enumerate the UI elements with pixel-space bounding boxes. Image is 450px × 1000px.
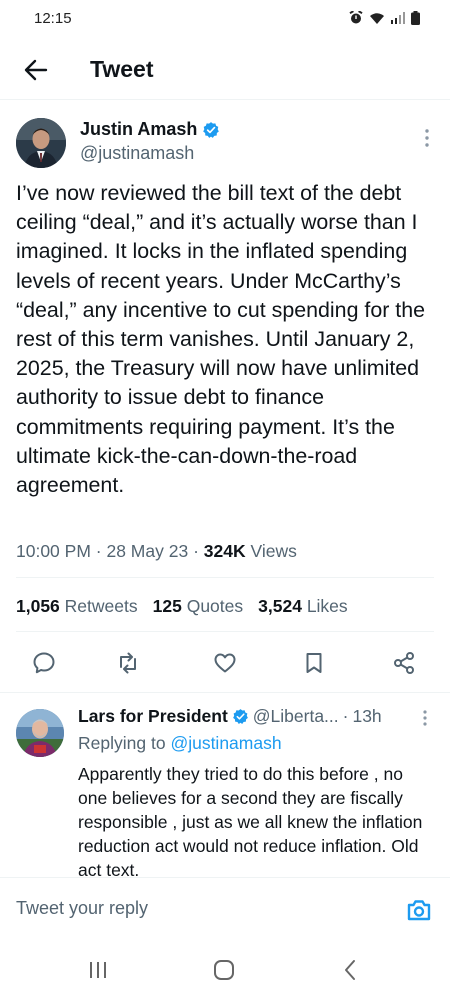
- recent-apps-button[interactable]: [80, 955, 116, 985]
- chevron-left-icon: [345, 960, 355, 980]
- reply-header: Lars for President @Liberta... · 13h: [78, 706, 382, 727]
- status-bar: 12:15: [0, 0, 450, 40]
- home-icon: [214, 960, 234, 980]
- replying-to: Replying to @justinamash: [78, 733, 282, 754]
- quotes-stat[interactable]: 125 Quotes: [153, 596, 244, 617]
- bookmark-button[interactable]: [296, 645, 332, 681]
- like-button[interactable]: [207, 645, 243, 681]
- retweet-icon: [120, 652, 136, 674]
- verified-badge-icon: [203, 121, 220, 138]
- reply-tweet[interactable]: Lars for President @Liberta... · 13h Rep…: [0, 692, 450, 877]
- quotes-label: Quotes: [186, 596, 244, 616]
- share-button[interactable]: [386, 645, 422, 681]
- tweet-meta: 10:00 PM · 28 May 23 · 324K Views: [16, 541, 297, 562]
- reply-author-avatar[interactable]: [16, 709, 64, 757]
- recent-apps-icon: [90, 962, 106, 978]
- tweet-date: 28 May 23: [106, 541, 189, 561]
- meta-separator: ·: [95, 541, 102, 561]
- page-title: Tweet: [90, 56, 154, 82]
- verified-badge-icon: [232, 709, 248, 724]
- battery-icon: [411, 11, 420, 25]
- likes-label: Likes: [306, 596, 348, 616]
- replying-prefix: Replying to: [78, 733, 166, 753]
- reply-author-handle[interactable]: @Liberta...: [253, 706, 339, 727]
- tweet-text: I’ve now reviewed the bill text of the d…: [16, 181, 426, 498]
- tweet-stats: 1,056 Retweets 125 Quotes 3,524 Likes: [16, 596, 348, 617]
- reply-text: Apparently they tried to do this before …: [78, 764, 423, 877]
- retweets-label: Retweets: [64, 596, 138, 616]
- reply-author-name[interactable]: Lars for President: [78, 706, 228, 727]
- more-vertical-icon: [423, 710, 427, 726]
- tweet-more-button[interactable]: [422, 128, 432, 148]
- views-label: Views: [250, 541, 297, 561]
- author-name-text: Justin Amash: [80, 119, 198, 139]
- alarm-icon: [349, 11, 363, 24]
- reply-input[interactable]: Tweet your reply: [16, 898, 148, 919]
- avatar-image: [16, 709, 64, 757]
- author-name[interactable]: Justin Amash: [80, 119, 220, 140]
- back-nav-button[interactable]: [332, 955, 368, 985]
- compose-reply-bar: Tweet your reply: [0, 877, 450, 941]
- back-button[interactable]: [18, 52, 54, 88]
- author-handle[interactable]: @justinamash: [80, 143, 194, 164]
- avatar-image: [16, 118, 66, 168]
- divider: [16, 631, 434, 632]
- status-icons: [349, 11, 420, 25]
- replying-handle-link[interactable]: @justinamash: [170, 733, 281, 753]
- heart-icon: [214, 653, 236, 673]
- tweet-actions: [0, 645, 450, 685]
- system-nav-bar: [0, 941, 450, 1000]
- quotes-count: 125: [152, 596, 182, 616]
- views-count: 324K: [203, 541, 246, 561]
- more-vertical-icon: [425, 129, 429, 147]
- camera-button[interactable]: [405, 896, 433, 924]
- signal-icon: [391, 12, 405, 24]
- arrow-left-icon: [24, 59, 48, 81]
- reply-separator: ·: [342, 706, 349, 726]
- divider: [16, 577, 434, 578]
- likes-stat[interactable]: 3,524 Likes: [258, 596, 348, 617]
- status-time: 12:15: [34, 10, 72, 27]
- likes-count: 3,524: [258, 596, 302, 616]
- home-button[interactable]: [206, 955, 242, 985]
- meta-separator: ·: [193, 541, 199, 561]
- retweet-button[interactable]: [110, 645, 146, 681]
- camera-icon: [407, 900, 431, 921]
- top-app-bar: Tweet: [0, 40, 450, 100]
- retweets-count: 1,056: [16, 596, 60, 616]
- bookmark-icon: [306, 653, 322, 673]
- reply-time: 13h: [352, 706, 382, 726]
- reply-more-button[interactable]: [420, 709, 430, 734]
- retweets-stat[interactable]: 1,056 Retweets: [16, 596, 138, 617]
- tweet-time: 10:00 PM: [16, 541, 91, 561]
- reply-bubble-icon: [33, 652, 55, 674]
- reply-button[interactable]: [26, 645, 62, 681]
- share-icon: [394, 652, 414, 674]
- wifi-icon: [370, 12, 384, 24]
- author-avatar[interactable]: [16, 118, 66, 168]
